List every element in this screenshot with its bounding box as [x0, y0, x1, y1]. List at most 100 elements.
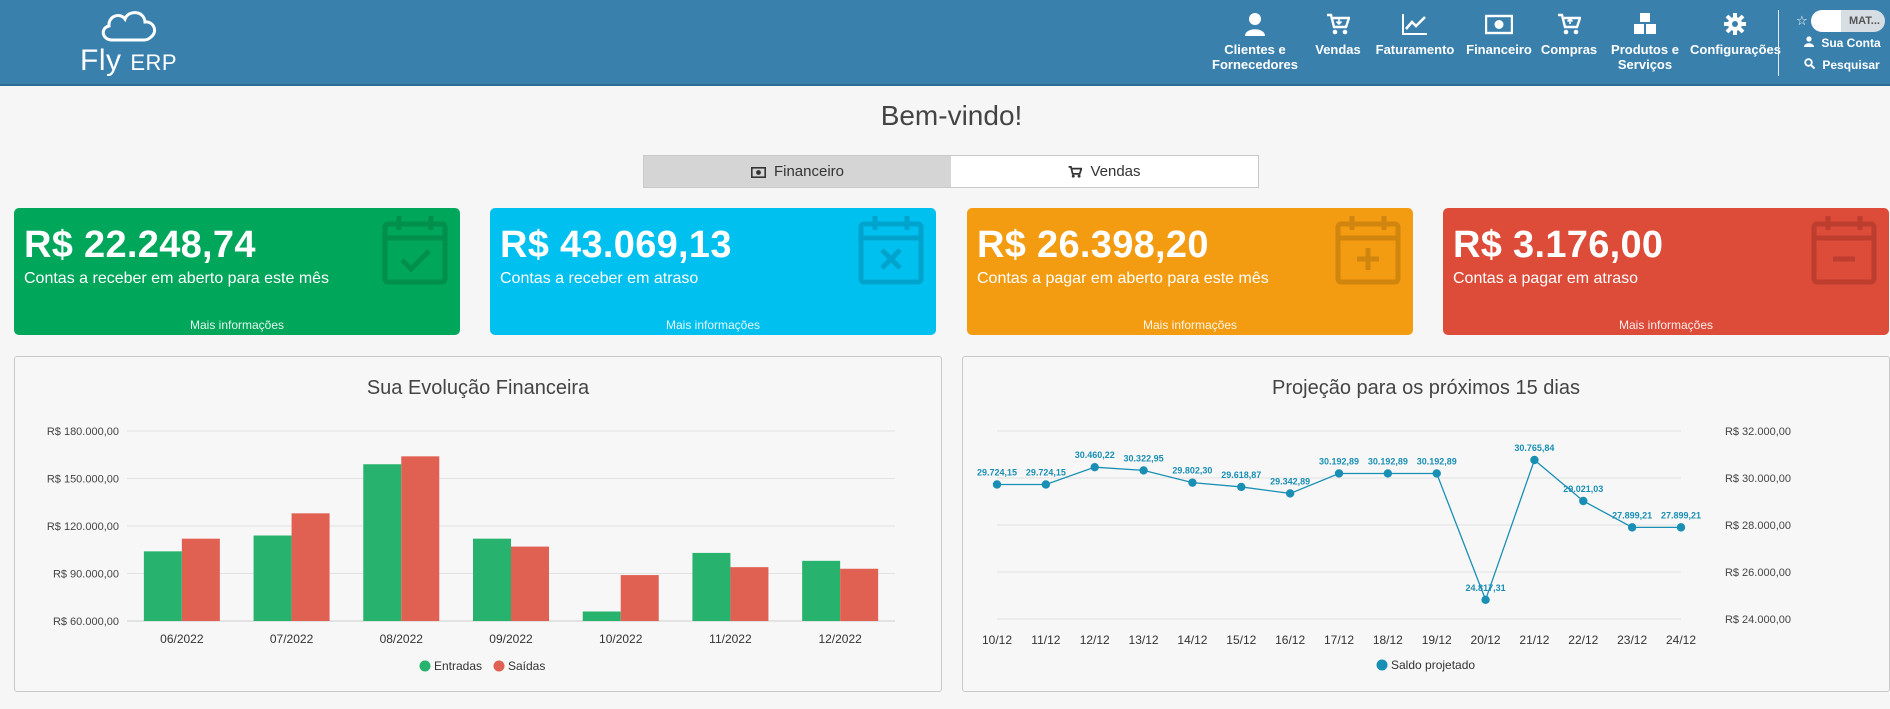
cart-icon [1069, 165, 1084, 178]
nav-label: Compras [1540, 42, 1598, 57]
data-point [1334, 469, 1344, 478]
x-tick-label: 12/2022 [818, 632, 862, 646]
card-value: R$ 22.248,74 [24, 224, 256, 266]
x-tick-label: 18/12 [1373, 633, 1403, 647]
cubes-icon [1634, 13, 1656, 34]
x-tick-label: 24/12 [1666, 633, 1696, 647]
bar-saídas [291, 513, 330, 621]
card-label: Contas a receber em atraso [500, 270, 699, 287]
data-label: 29.724,15 [977, 467, 1017, 477]
data-point [1285, 489, 1295, 498]
bar-entradas [253, 535, 292, 621]
card-receber-atraso: R$ 43.069,13 Contas a receber em atraso … [490, 208, 936, 335]
x-tick-label: 17/12 [1324, 633, 1354, 647]
data-label: 30.192,89 [1319, 456, 1359, 466]
x-tick-label: 12/12 [1080, 633, 1110, 647]
data-point [1383, 469, 1393, 478]
line-chart-icon [1402, 14, 1427, 35]
user-icon [1245, 13, 1265, 36]
x-tick-label: 19/12 [1422, 633, 1452, 647]
user-icon [1804, 36, 1814, 47]
nav-vendas[interactable]: Vendas [1312, 12, 1364, 57]
more-info-link[interactable]: Mais informações [1443, 318, 1889, 332]
panel-projecao: Projeção para os próximos 15 dias R$ 32.… [962, 356, 1890, 692]
y-tick-label: R$ 150.000,00 [47, 474, 119, 486]
gear-icon [1724, 13, 1746, 35]
legend-swatch [419, 660, 431, 672]
search-link[interactable]: Pesquisar [1804, 58, 1880, 72]
y-tick-label: R$ 24.000,00 [1725, 614, 1791, 626]
y-tick-label: R$ 90.000,00 [53, 569, 119, 581]
search-icon [1804, 58, 1816, 70]
card-pagar-atraso: R$ 3.176,00 Contas a pagar em atraso Mai… [1443, 208, 1889, 335]
legend-label: Saldo projetado [1391, 658, 1475, 672]
x-tick-label: 22/12 [1568, 633, 1598, 647]
y-tick-label: R$ 60.000,00 [53, 616, 119, 628]
legend-swatch [1376, 659, 1388, 671]
logo[interactable]: Fly ERP [80, 6, 190, 80]
more-info-link[interactable]: Mais informações [967, 318, 1413, 332]
card-label: Contas a pagar em atraso [1453, 270, 1638, 287]
data-point [1432, 469, 1441, 478]
dashboard-tabs: Financeiro Vendas [643, 155, 1259, 188]
data-label: 30.192,89 [1417, 456, 1457, 466]
tab-vendas[interactable]: Vendas [951, 156, 1258, 187]
nav-produtos-servicos[interactable]: Produtos e Serviços [1606, 12, 1684, 72]
bar-entradas [473, 538, 511, 621]
data-point [1579, 496, 1588, 506]
bar-saídas [620, 575, 659, 621]
tab-label: Financeiro [773, 163, 845, 180]
nav-financeiro[interactable]: Financeiro [1466, 12, 1532, 57]
data-point [1139, 466, 1148, 475]
bar-entradas [143, 551, 182, 621]
bar-entradas [692, 552, 731, 621]
more-info-link[interactable]: Mais informações [14, 318, 460, 332]
user-name: MAT... [1841, 10, 1885, 32]
data-label: 29.724,15 [1026, 467, 1066, 477]
search-label: Pesquisar [1822, 58, 1880, 72]
x-tick-label: 23/12 [1617, 633, 1647, 647]
card-pagar-aberto: R$ 26.398,20 Contas a pagar em aberto pa… [967, 208, 1413, 335]
nav-label: Configurações [1690, 42, 1782, 57]
nav-compras[interactable]: Compras [1540, 12, 1598, 57]
logo-text: Fly ERP [80, 44, 177, 78]
x-tick-label: 10/2022 [599, 632, 643, 646]
more-info-link[interactable]: Mais informações [490, 318, 936, 332]
nav-label: Vendas [1315, 42, 1361, 57]
nav-faturamento[interactable]: Faturamento [1372, 12, 1458, 57]
money-icon [1485, 14, 1513, 35]
data-point [1090, 462, 1099, 472]
data-label: 30.322,95 [1124, 453, 1164, 463]
data-label: 29.342,89 [1270, 476, 1310, 486]
tab-financeiro[interactable]: Financeiro [644, 156, 951, 187]
x-tick-label: 09/2022 [489, 632, 533, 646]
nav-label: Produtos e Serviços [1611, 42, 1679, 72]
data-label: 29.802,30 [1172, 466, 1212, 476]
y-tick-label: R$ 120.000,00 [47, 521, 119, 533]
y-tick-label: R$ 32.000,00 [1725, 426, 1791, 438]
bar-saídas [401, 456, 440, 621]
data-point [1237, 482, 1246, 492]
page-title: Bem-vindo! [880, 100, 1023, 131]
bar-chart: R$ 180.000,00 R$ 150.000,00 R$ 120.000,00 R… [47, 426, 895, 673]
logo-sub: ERP [130, 50, 178, 75]
nav-label: Faturamento [1375, 42, 1455, 57]
nav-configuracoes[interactable]: Configurações [1690, 12, 1782, 57]
data-label: 24.817,31 [1466, 583, 1506, 593]
x-tick-label: 10/12 [982, 633, 1012, 647]
data-label: 30.765,84 [1514, 443, 1554, 453]
y-tick-label: R$ 28.000,00 [1725, 520, 1791, 532]
card-label: Contas a receber em aberto para este mês [24, 270, 330, 287]
user-menu[interactable]: ☆ MAT... [1796, 10, 1885, 32]
data-label: 29.618,87 [1221, 470, 1261, 480]
my-account-link[interactable]: Sua Conta [1804, 36, 1881, 50]
calendar-times-icon [858, 216, 924, 285]
calendar-minus-icon [1811, 216, 1877, 285]
calendar-check-icon [382, 216, 448, 285]
data-label: 27.899,21 [1612, 510, 1652, 520]
card-label: Contas a pagar em aberto para este mês [977, 270, 1269, 287]
panel-evolucao-financeira: Sua Evolução Financeira R$ 180.000,00 R$ … [14, 356, 942, 692]
bar-entradas [363, 464, 402, 621]
nav-clientes-fornecedores[interactable]: Clientes e Fornecedores [1210, 12, 1300, 72]
series-line [997, 458, 1681, 602]
